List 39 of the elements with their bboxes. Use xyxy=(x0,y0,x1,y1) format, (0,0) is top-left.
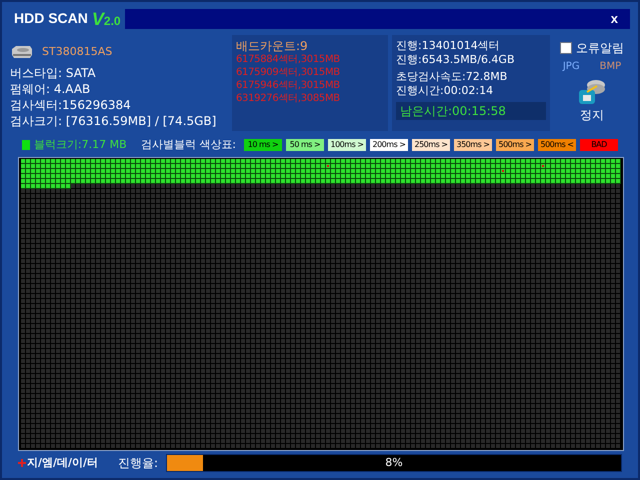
legend-title: 검사별블럭 색상표: xyxy=(140,136,236,153)
format-button[interactable]: JPG xyxy=(562,59,580,74)
cross-icon xyxy=(18,459,26,468)
bad-sector-entry: 6175946섹터,3015MB xyxy=(236,79,341,92)
remaining-time: 남은시간:00:15:58 xyxy=(396,102,546,120)
close-button[interactable]: x xyxy=(610,8,618,28)
legend-item: 350ms > xyxy=(454,139,492,152)
drive-info: 버스타입: SATA xyxy=(10,65,97,82)
legend-item: 100ms > xyxy=(328,139,366,152)
legend-item: 50 ms > xyxy=(286,139,324,152)
stop-button[interactable]: 정지 xyxy=(577,78,607,124)
bad-sector-entry: 6175909섹터,3015MB xyxy=(236,66,341,80)
progress-info: 진행:6543.5MB/6.4GB xyxy=(396,53,516,68)
progress-info: 진행시간:00:02:14 xyxy=(396,84,494,98)
hard-drive-icon xyxy=(10,46,34,58)
block-size-swatch xyxy=(22,140,30,150)
progress-percent: 8% xyxy=(384,455,404,472)
block-size: 블럭크기:7.17 MB xyxy=(34,136,128,153)
window-title: HDD SCAN xyxy=(14,9,88,28)
bad-count: 배드카운트:9 xyxy=(236,39,309,54)
legend-item: 200ms > xyxy=(370,139,408,152)
drive-info: 펌웨어: 4.AAB xyxy=(10,81,92,98)
bad-sector-entry: 6319276섹터,3085MB xyxy=(236,92,341,106)
legend-item: BAD xyxy=(580,139,618,152)
legend-item: 250ms > xyxy=(412,139,450,152)
progress-info: 진행:13401014섹터 xyxy=(396,39,501,54)
progress-info: 초당검사속도:72.8MB xyxy=(396,70,508,84)
bad-sector-entry: 6175884섹터,3015MB xyxy=(236,53,341,66)
legend-item: 500ms < xyxy=(538,139,576,152)
version-label: V2.0 xyxy=(92,10,121,28)
drive-info: 검사크기: [76316.59MB] / [74.5GB] xyxy=(10,113,218,130)
disk-stack-icon xyxy=(577,78,607,106)
legend-item: 10 ms > xyxy=(244,139,282,152)
progress-label: 진행율: xyxy=(118,455,158,472)
alert-checkbox[interactable]: 오류알림 xyxy=(560,39,624,58)
drive-model: ST380815AS xyxy=(42,44,112,60)
brand-logo: 지/엠/데/이/터 xyxy=(27,455,98,472)
legend-item: 500ms > xyxy=(496,139,534,152)
drive-info: 검사섹터:156296384 xyxy=(10,97,132,114)
